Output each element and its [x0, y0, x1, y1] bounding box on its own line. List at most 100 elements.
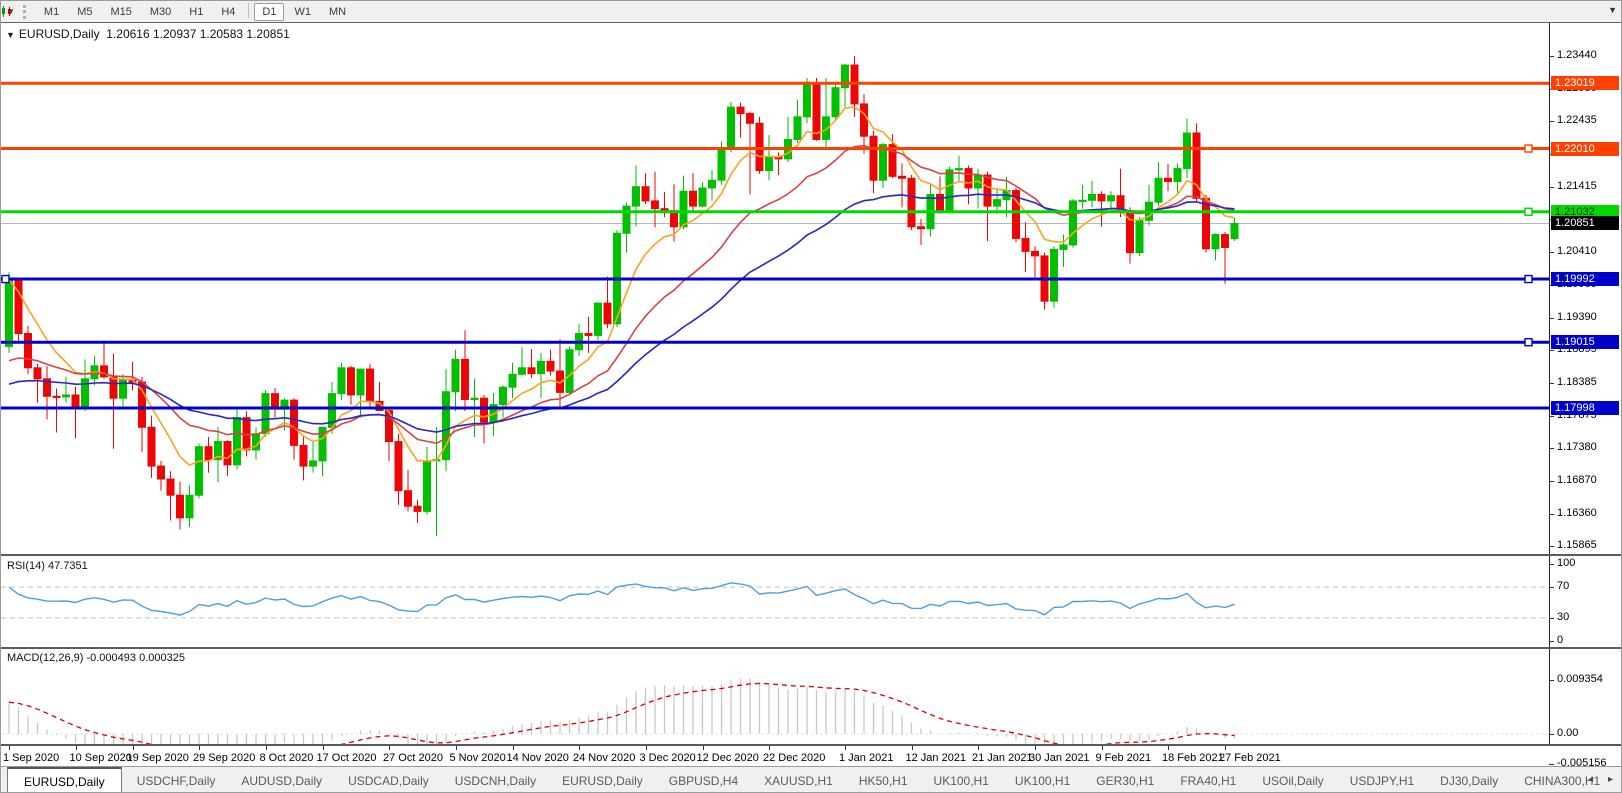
chart-tab-audusd-daily[interactable]: AUDUSD,Daily — [228, 767, 335, 792]
chart-tab-fra40-h1[interactable]: FRA40,H1 — [1167, 767, 1249, 792]
timeframe-buttons: M1 M5 M15 M30 H1 H4 D1 W1 MN — [35, 2, 355, 21]
date-tick — [322, 746, 324, 750]
date-label: 8 Oct 2020 — [259, 752, 314, 764]
date-label: 1 Sep 2020 — [3, 752, 60, 764]
chart-tab-uk100-h1[interactable]: UK100,H1 — [1002, 767, 1083, 792]
price-level-chip-1.19015: 1.19015 — [1551, 335, 1619, 350]
price-axis-border — [1549, 23, 1550, 746]
date-tick — [265, 746, 267, 750]
timeframe-button-m15[interactable]: M15 — [102, 3, 139, 21]
macd-tick-label: 0.009354 — [1557, 672, 1603, 685]
axis-tick — [1549, 121, 1554, 123]
axis-tick — [1549, 679, 1554, 681]
rsi-tick-label: 0 — [1557, 634, 1564, 646]
date-label: 12 Jan 2021 — [905, 752, 967, 764]
price-tick-label: 1.23440 — [1557, 49, 1597, 62]
chart-title-symbol: EURUSD,Daily — [18, 27, 100, 41]
timeframe-button-d1[interactable]: D1 — [254, 2, 285, 21]
panel-separator[interactable] — [1, 647, 1621, 649]
rsi-tick-label: 70 — [1557, 580, 1570, 593]
date-label: 24 Nov 2020 — [573, 752, 636, 764]
macd-tick-label: -0.005156 — [1557, 756, 1607, 769]
date-tick — [199, 746, 200, 750]
axis-tick — [1549, 617, 1554, 619]
axis-tick — [1549, 641, 1554, 642]
chart-tab-eurusd-daily[interactable]: EURUSD,Daily — [549, 767, 656, 792]
chart-tab-usdchf-daily[interactable]: USDCHF,Daily — [124, 767, 229, 792]
timeframe-toolbar: ▼ M1M5M15M30H1H4D1W1MN ▼ — [1, 1, 1621, 23]
timeframe-button-h4[interactable]: H4 — [213, 3, 243, 21]
timeframe-button-mn[interactable]: MN — [321, 3, 354, 21]
axis-tick — [1549, 448, 1554, 449]
axis-tick — [1549, 734, 1554, 735]
rsi-panel[interactable] — [1, 556, 1549, 647]
date-label: 29 Sep 2020 — [193, 752, 256, 764]
toolbar-overflow-caret-icon[interactable]: ▼ — [1608, 5, 1617, 15]
chart-tab-usdjpy-h1[interactable]: USDJPY,H1 — [1337, 767, 1427, 792]
chart-tab-eurusd-daily[interactable]: EURUSD,Daily — [7, 767, 122, 792]
chart-title-ohlc: 1.20616 1.20937 1.20583 1.20851 — [106, 27, 290, 41]
timeframe-button-m5[interactable]: M5 — [69, 3, 100, 21]
chart-tab-xauusd-h1[interactable]: XAUUSD,H1 — [751, 767, 846, 792]
date-tick — [1168, 746, 1169, 750]
macd-tick-label: 0.00 — [1557, 727, 1579, 739]
ma-slow-line — [8, 193, 1235, 433]
chart-tab-uk100-h1[interactable]: UK100,H1 — [921, 767, 1002, 792]
chart-tab-ger30-h1[interactable]: GER30,H1 — [1083, 767, 1167, 792]
rsi-indicator-label: RSI(14) 47.7351 — [7, 560, 88, 572]
chart-area[interactable]: ▼ EURUSD,Daily 1.20616 1.20937 1.20583 1.… — [1, 22, 1621, 769]
chart-tab-gbpusd-h4[interactable]: GBPUSD,H4 — [656, 767, 751, 792]
date-tick — [9, 746, 10, 750]
price-level-chip-1.23019: 1.23019 — [1551, 76, 1619, 91]
date-tick — [1101, 746, 1103, 750]
axis-tick — [1549, 763, 1554, 765]
timeframe-button-w1[interactable]: W1 — [286, 3, 319, 21]
tab-scroll-arrows[interactable]: ◂ ▸ — [1588, 774, 1619, 785]
axis-tick — [1549, 587, 1554, 589]
chart-title-caret-icon[interactable]: ▼ — [6, 30, 15, 40]
rsi-tick-label: 100 — [1557, 557, 1576, 569]
date-label: 9 Feb 2021 — [1095, 752, 1152, 764]
chart-tab-dj30-daily[interactable]: DJ30,Daily — [1427, 767, 1511, 792]
timeframe-button-m1[interactable]: M1 — [36, 3, 67, 21]
axis-tick — [1549, 382, 1554, 384]
chart-tab-usoil-daily[interactable]: USOil,Daily — [1249, 767, 1336, 792]
date-label: 30 Jan 2021 — [1029, 752, 1090, 764]
scroll-right-icon[interactable]: ▸ — [1608, 774, 1619, 785]
toolbar-grip[interactable] — [22, 4, 29, 19]
axis-tick — [1549, 187, 1554, 188]
date-label: 17 Oct 2020 — [316, 752, 377, 764]
date-label: 22 Dec 2020 — [763, 752, 826, 764]
axis-tick — [1549, 56, 1554, 58]
axis-tick — [1549, 317, 1554, 319]
date-label: 12 Dec 2020 — [696, 752, 759, 764]
chart-tab-usdcnh-daily[interactable]: USDCNH,Daily — [442, 767, 549, 792]
axis-tick — [1549, 513, 1554, 515]
date-tick — [645, 746, 647, 750]
price-tick-label: 1.21415 — [1557, 180, 1597, 192]
candlestick-icon — [2, 6, 11, 17]
macd-signal-line — [8, 682, 1235, 744]
toolbar-separator — [248, 2, 250, 18]
date-tick — [512, 746, 514, 750]
timeframe-button-h1[interactable]: H1 — [181, 3, 211, 21]
chart-tab-usdcad-daily[interactable]: USDCAD,Daily — [335, 767, 442, 792]
date-label: 18 Feb 2021 — [1162, 752, 1224, 764]
date-tick — [389, 746, 390, 750]
timeframe-button-m30[interactable]: M30 — [142, 3, 179, 21]
main-price-panel[interactable] — [1, 23, 1549, 554]
price-tick-label: 1.17380 — [1557, 441, 1597, 453]
date-label: 27 Oct 2020 — [383, 752, 443, 764]
date-tick — [845, 746, 846, 750]
price-tick-label: 1.16870 — [1557, 473, 1597, 486]
chart-tab-hk50-h1[interactable]: HK50,H1 — [846, 767, 921, 792]
chart-tab-bar: EURUSD,Daily USDCHF,Daily AUDUSD,Daily USDC… — [1, 766, 1621, 792]
date-tick — [1225, 746, 1226, 750]
date-tick — [978, 746, 979, 750]
panel-separator[interactable] — [1, 554, 1621, 556]
date-tick — [769, 746, 770, 750]
price-tick-label: 1.18385 — [1557, 375, 1597, 388]
date-axis[interactable]: 1 Sep 2020 10 Sep 2020 19 Sep 2020 29 Sep 2… — [1, 746, 1621, 768]
macd-panel[interactable] — [1, 649, 1549, 744]
scroll-left-icon[interactable]: ◂ — [1588, 774, 1608, 785]
